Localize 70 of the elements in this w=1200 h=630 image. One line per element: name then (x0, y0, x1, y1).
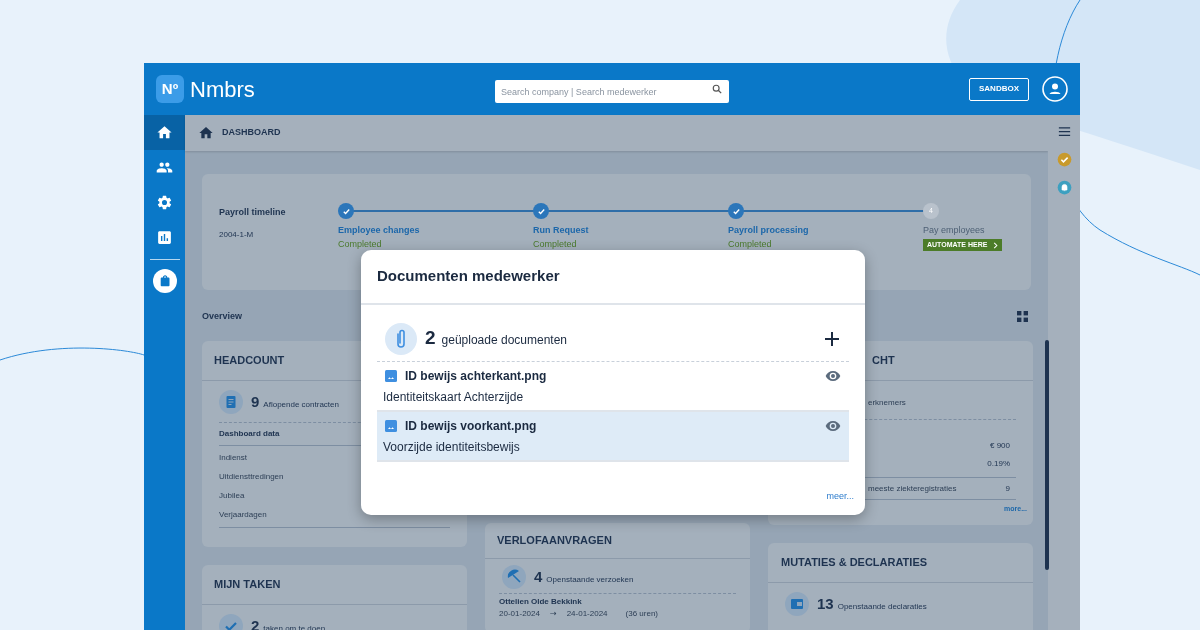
paperclip-icon (385, 322, 417, 355)
chevron-right-icon (993, 241, 999, 249)
sidebar-item[interactable] (144, 115, 185, 150)
card-text: erknemers (867, 397, 907, 409)
count-value: 2 (425, 326, 436, 351)
logo-mark: Nº (156, 75, 184, 103)
step-label: Payroll processing (728, 225, 809, 236)
scrollbar-thumb[interactable] (1045, 340, 1049, 570)
card-title: CHT (872, 353, 895, 369)
bell-icon[interactable] (1056, 180, 1072, 195)
step-label: Employee changes (338, 225, 420, 236)
step-status: Completed (338, 239, 382, 250)
date-to: 24-01-2024 (566, 609, 608, 619)
card-title: HEADCOUNT (214, 353, 285, 369)
settings-icon (156, 194, 173, 211)
count-label: Openstaande declaraties (837, 600, 927, 613)
card-title: MIJN TAKEN (214, 577, 281, 593)
row-value: 9 (1005, 482, 1010, 495)
table-row-label: Uitdiensttredingen (219, 471, 285, 483)
shopping-bag-icon (152, 269, 177, 293)
row-label: meeste ziekteregistraties (867, 482, 957, 495)
count-label: Openstaande verzoeken (546, 573, 634, 586)
menu-icon[interactable] (1056, 124, 1072, 139)
hours-text: (36 uren) (625, 609, 658, 619)
clipboard-icon (219, 390, 243, 414)
document-name: ID bewijs achterkant.png (405, 367, 548, 385)
more-link[interactable]: meer... (826, 489, 854, 503)
wallet-icon (785, 592, 809, 616)
document-row[interactable]: ID bewijs voorkant.png Voorzijde identiteitsbewijs (377, 412, 849, 462)
count-label: Aflopende contracten (263, 398, 339, 411)
table-row-label: Jubilea (219, 490, 246, 502)
step-status: Completed (533, 239, 577, 250)
brand-name: Nmbrs (190, 75, 255, 104)
count-value: 13 (817, 593, 834, 614)
count-value: 4 (534, 566, 543, 587)
image-file-icon (385, 369, 397, 382)
date-from: 20-01-2024 (499, 609, 540, 619)
search-icon[interactable] (712, 83, 722, 94)
bar-chart-icon (156, 229, 173, 246)
search-field[interactable]: Search company | Search medewerker (495, 80, 729, 103)
add-icon[interactable] (824, 330, 840, 347)
table-row-label: Indienst (219, 452, 249, 464)
count-value: 9 (251, 391, 260, 412)
timeline-title: Payroll timeline (219, 206, 287, 219)
home-icon (156, 124, 173, 141)
timeline-period: 2004-1-M (219, 228, 255, 241)
card-title: VERLOFAANVRAGEN (497, 533, 612, 549)
check-circle-icon[interactable] (1056, 152, 1072, 167)
arrow-text: → (549, 609, 557, 619)
home-icon[interactable] (198, 125, 214, 141)
user-avatar-icon[interactable] (1042, 76, 1068, 102)
grid-view-icon[interactable] (1017, 311, 1028, 322)
step-status: Completed (728, 239, 772, 250)
dialog-title: Documenten medewerker (377, 266, 560, 287)
environment-button[interactable]: SANDBOX (969, 77, 1029, 101)
count-label: taken om te doen (263, 622, 326, 630)
step-label: Run Request (533, 225, 589, 236)
row-value: 0.19% (987, 458, 1010, 470)
document-description: Identiteitskaart Achterzijde (383, 388, 525, 406)
section-title: Overview (202, 309, 243, 323)
card-title: MUTATIES & DECLARATIES (781, 555, 928, 571)
image-file-icon (385, 419, 397, 432)
table-row-label: Verjaardagen (219, 509, 268, 521)
breadcrumb-text[interactable]: DASHBOARD (222, 126, 281, 140)
count-value: 2 (251, 615, 260, 630)
row-value: € 900 (989, 440, 1010, 452)
step-label: Pay employees (923, 225, 985, 236)
count-label: geüploade documenten (441, 332, 567, 350)
umbrella-icon (502, 565, 526, 589)
employee-name: Ottelien Olde Bekkink (499, 597, 583, 607)
